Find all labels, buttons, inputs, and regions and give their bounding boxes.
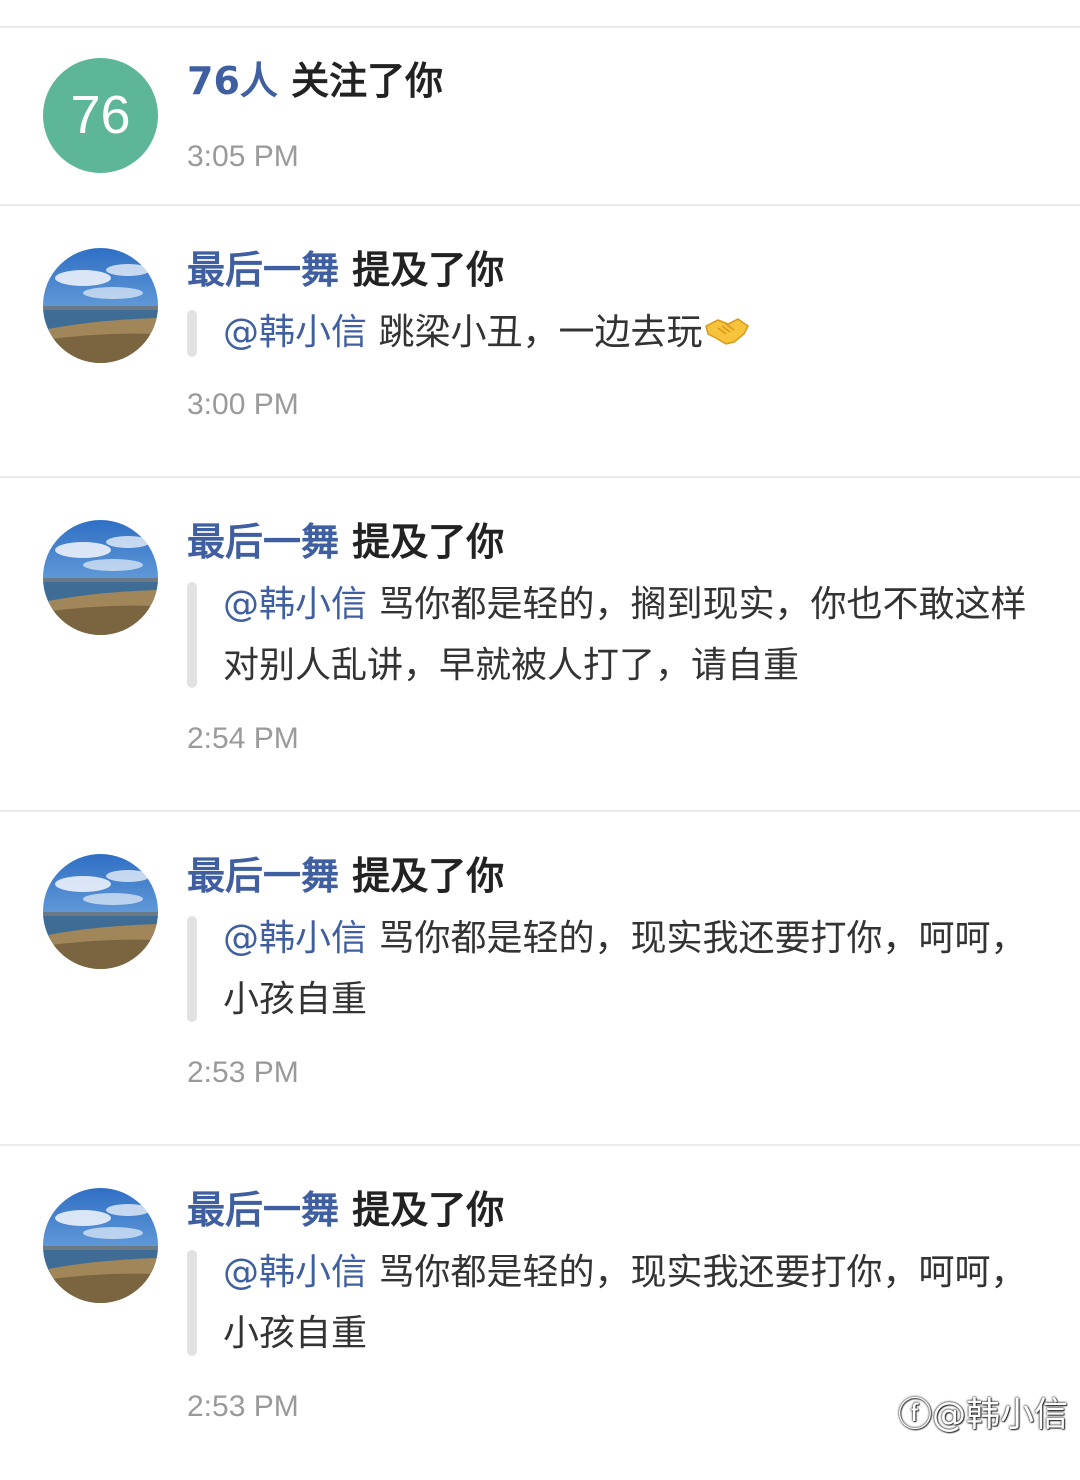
action-text: 提及了你 [352,854,505,898]
timestamp: 2:54 PM [187,722,299,755]
action-text: 提及了你 [352,248,505,292]
seaside-landscape-icon [43,520,158,635]
mention-link[interactable]: @韩小信 [223,918,367,959]
timestamp: 2:53 PM [187,1390,299,1423]
notification-title: 最后一舞 提及了你 [187,852,504,900]
mention-link[interactable]: @韩小信 [223,312,367,353]
avatar[interactable]: 76 [43,58,158,173]
avatar[interactable] [43,248,158,363]
avatar[interactable] [43,520,158,635]
action-text: 提及了你 [352,520,505,564]
timestamp: 3:00 PM [187,388,299,421]
actor-name[interactable]: 最后一舞 [187,520,339,564]
quoted-message[interactable]: @韩小信 骂你都是轻的，现实我还要打你，呵呵，小孩自重 [187,1242,1032,1364]
notification-title: 最后一舞 提及了你 [187,1186,504,1234]
notification-title: 76人 关注了你 [187,57,443,105]
notification-item-follow[interactable]: 76 76人 关注了你 3:05 PM [0,28,1080,206]
notification-list: 76 76人 关注了你 3:05 PM 最后一舞 提及了你 @韩小信 跳梁小丑，… [0,28,1080,1480]
actor-name[interactable]: 最后一舞 [187,1188,339,1232]
action-text: 关注了你 [291,59,444,103]
notification-item-mention[interactable]: 最后一舞 提及了你 @韩小信 跳梁小丑，一边去玩 3:00 PM [0,206,1080,478]
actor-name[interactable]: 76人 [187,59,278,103]
quote-bar [187,916,197,1022]
actor-name[interactable]: 最后一舞 [187,854,339,898]
timestamp: 2:53 PM [187,1056,299,1089]
notification-title: 最后一舞 提及了你 [187,246,504,294]
actor-name[interactable]: 最后一舞 [187,248,339,292]
quote-bar [187,582,197,688]
watermark-text: @韩小信 [932,1395,1068,1435]
quote-bar [187,310,197,357]
quote-bar [187,1250,197,1356]
zhihu-logo-icon: ⓕ [898,1395,932,1435]
timestamp: 3:05 PM [187,140,299,173]
seaside-landscape-icon [43,854,158,969]
mention-link[interactable]: @韩小信 [223,584,367,625]
avatar-count: 76 [70,85,131,145]
notification-title: 最后一舞 提及了你 [187,518,504,566]
action-text: 提及了你 [352,1188,505,1232]
message-text: 跳梁小丑，一边去玩 [378,312,703,353]
top-divider [0,0,1080,28]
quoted-message[interactable]: @韩小信 骂你都是轻的，搁到现实，你也不敢这样对别人乱讲，早就被人打了，请自重 [187,574,1032,696]
avatar[interactable] [43,854,158,969]
notification-item-mention[interactable]: 最后一舞 提及了你 @韩小信 骂你都是轻的，现实我还要打你，呵呵，小孩自重 2:… [0,812,1080,1146]
seaside-landscape-icon [43,248,158,363]
seaside-landscape-icon [43,1188,158,1303]
notification-item-mention[interactable]: 最后一舞 提及了你 @韩小信 骂你都是轻的，搁到现实，你也不敢这样对别人乱讲，早… [0,478,1080,812]
mention-link[interactable]: @韩小信 [223,1252,367,1293]
quoted-message[interactable]: @韩小信 骂你都是轻的，现实我还要打你，呵呵，小孩自重 [187,908,1032,1030]
handshake-emoji-icon [704,304,750,365]
avatar[interactable] [43,1188,158,1303]
quoted-message[interactable]: @韩小信 跳梁小丑，一边去玩 [187,302,1032,365]
watermark: ⓕ@韩小信 [898,1387,1068,1436]
